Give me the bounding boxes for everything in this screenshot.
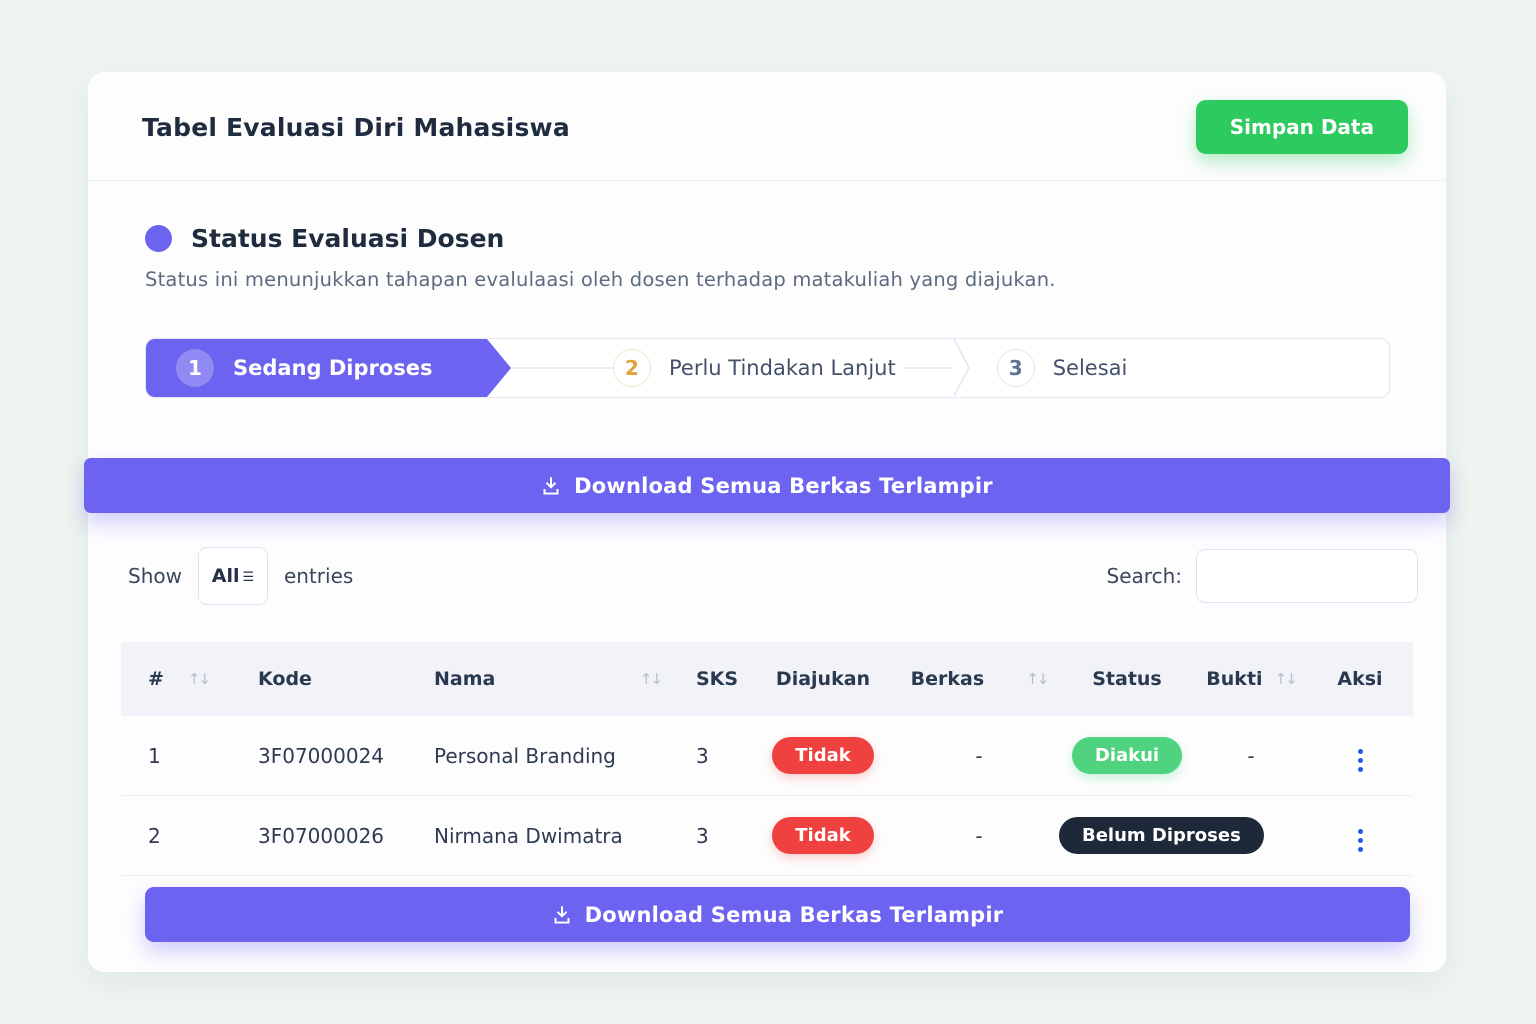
step-connector-line xyxy=(511,367,613,369)
column-header-sks[interactable]: SKS xyxy=(669,642,747,716)
column-header-status[interactable]: Status xyxy=(1059,642,1195,716)
card-header: Tabel Evaluasi Diri Mahasiswa Simpan Dat… xyxy=(88,72,1446,181)
cell-sks: 3 xyxy=(669,796,747,876)
entries-length-select[interactable]: All ☰ xyxy=(198,547,268,605)
step-label: Perlu Tindakan Lanjut xyxy=(669,356,896,380)
cell-nama: Personal Branding xyxy=(407,716,669,796)
evaluation-card: Tabel Evaluasi Diri Mahasiswa Simpan Dat… xyxy=(88,72,1446,972)
column-header-aksi[interactable]: Aksi xyxy=(1307,642,1413,716)
step-selesai: 3 Selesai xyxy=(997,339,1128,397)
evaluation-table: #↑↓ Kode Nama↑↓ SKS Diajukan Berkas↑↓ St… xyxy=(121,642,1413,876)
column-header-diajukan[interactable]: Diajukan xyxy=(747,642,899,716)
download-footer-label: Download Semua Berkas Terlampir xyxy=(585,903,1004,927)
cell-berkas: - xyxy=(899,796,1059,876)
download-banner-label: Download Semua Berkas Terlampir xyxy=(574,474,993,498)
page-title: Tabel Evaluasi Diri Mahasiswa xyxy=(142,113,570,142)
step-connector-line xyxy=(904,367,952,369)
cell-bukti: - xyxy=(1195,716,1307,796)
column-header-kode[interactable]: Kode xyxy=(231,642,407,716)
cell-aksi xyxy=(1307,716,1413,796)
sort-icon: ↑↓ xyxy=(1026,670,1047,688)
cell-index: 1 xyxy=(121,716,231,796)
cell-diajukan: Tidak xyxy=(747,796,899,876)
table-row: 2 3F07000026 Nirmana Dwimatra 3 Tidak - … xyxy=(121,796,1413,876)
row-actions-button[interactable] xyxy=(1350,745,1371,776)
cell-berkas: - xyxy=(899,716,1059,796)
step-label: Selesai xyxy=(1053,356,1128,380)
status-stepper: 1 Sedang Diproses 2 Perlu Tindakan Lanju… xyxy=(145,338,1390,398)
status-section: Status Evaluasi Dosen Status ini menunju… xyxy=(88,181,1446,398)
column-header-index[interactable]: #↑↓ xyxy=(121,642,231,716)
step-perlu-tindakan-lanjut: 2 Perlu Tindakan Lanjut xyxy=(613,339,896,397)
table-header-row: #↑↓ Kode Nama↑↓ SKS Diajukan Berkas↑↓ St… xyxy=(121,642,1413,716)
column-header-berkas[interactable]: Berkas↑↓ xyxy=(899,642,1059,716)
download-icon xyxy=(541,476,561,496)
download-all-footer-button[interactable]: Download Semua Berkas Terlampir xyxy=(145,887,1410,942)
cell-aksi xyxy=(1307,796,1413,876)
sort-icon: ↑↓ xyxy=(640,670,661,688)
show-label: Show xyxy=(128,564,182,588)
cell-sks: 3 xyxy=(669,716,747,796)
row-actions-button[interactable] xyxy=(1350,825,1371,856)
search-input[interactable] xyxy=(1196,549,1418,603)
section-title: Status Evaluasi Dosen xyxy=(191,224,504,253)
table-row: 1 3F07000024 Personal Branding 3 Tidak -… xyxy=(121,716,1413,796)
column-header-bukti[interactable]: Bukti↑↓ xyxy=(1195,642,1307,716)
sort-icon: ↑↓ xyxy=(1275,670,1296,688)
dropdown-icon: ☰ xyxy=(243,570,255,585)
search-label: Search: xyxy=(1107,564,1182,588)
step-sedang-diproses: 1 Sedang Diproses xyxy=(146,339,511,397)
column-header-nama[interactable]: Nama↑↓ xyxy=(407,642,669,716)
step-number-badge: 2 xyxy=(613,349,651,387)
diajukan-badge: Tidak xyxy=(772,817,873,854)
cell-kode: 3F07000024 xyxy=(231,716,407,796)
status-badge: Diakui xyxy=(1072,737,1182,774)
section-description: Status ini menunjukkan tahapan evalulaas… xyxy=(145,268,1390,291)
cell-nama: Nirmana Dwimatra xyxy=(407,796,669,876)
step-number-badge: 3 xyxy=(997,349,1035,387)
download-icon xyxy=(552,905,572,925)
entries-label: entries xyxy=(284,564,353,588)
table-controls: Show All ☰ entries Search: xyxy=(88,547,1446,605)
status-badge: Belum Diproses xyxy=(1059,817,1264,854)
table-body: 1 3F07000024 Personal Branding 3 Tidak -… xyxy=(121,716,1413,876)
diajukan-badge: Tidak xyxy=(772,737,873,774)
cell-kode: 3F07000026 xyxy=(231,796,407,876)
section-bullet-icon xyxy=(145,225,172,252)
cell-index: 2 xyxy=(121,796,231,876)
length-select-value: All xyxy=(212,565,240,587)
download-all-banner-button[interactable]: Download Semua Berkas Terlampir xyxy=(84,458,1450,513)
step-label: Sedang Diproses xyxy=(233,356,433,380)
cell-status: Belum Diproses xyxy=(1059,796,1195,876)
sort-icon: ↑↓ xyxy=(188,670,209,688)
cell-status: Diakui xyxy=(1059,716,1195,796)
save-data-button[interactable]: Simpan Data xyxy=(1196,100,1408,154)
cell-diajukan: Tidak xyxy=(747,716,899,796)
step-chevron-divider-icon xyxy=(952,339,972,396)
step-number-badge: 1 xyxy=(176,349,214,387)
